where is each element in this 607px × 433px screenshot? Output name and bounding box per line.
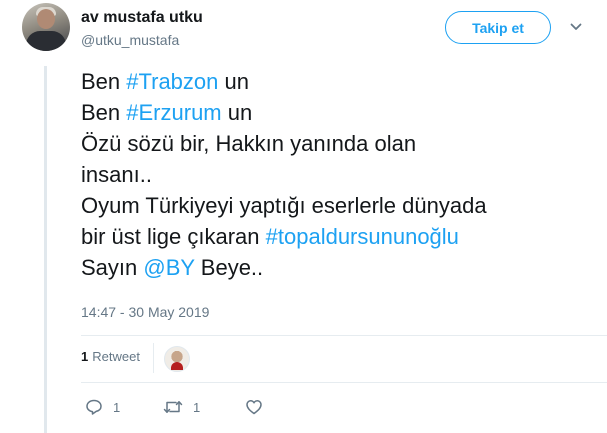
tweet-line: Ben #Erzurum un [81,97,591,128]
retweet-action-count: 1 [193,399,201,415]
retweet-icon [163,401,183,413]
retweet-button[interactable]: 1 [163,398,200,416]
like-button[interactable] [245,398,263,416]
tweet-text-segment: Özü sözü bir, Hakkın yanında olan [81,131,417,156]
retweet-stat-count: 1 [81,349,89,364]
tweet-text-segment: Ben [81,100,127,125]
retweet-stat[interactable]: 1 Retweet [81,349,140,364]
tweet-text: Ben #Trabzon un Ben #Erzurum un Özü sözü b… [81,66,591,283]
avatar[interactable] [22,3,70,51]
tweet-line: Sayın @BY Beye.. [81,252,591,283]
display-name[interactable]: av mustafa utku [81,9,203,27]
stat-separator [153,343,154,373]
user-handle[interactable]: @utku_mustafa [81,32,179,48]
tweet-text-segment: Oyum Türkiyeyi yaptığı eserlerle dünyada [81,193,487,218]
tweet-text-segment: un [221,100,253,125]
reply-count: 1 [113,399,121,415]
tweet-line: insanı.. [81,159,591,190]
divider [81,382,607,383]
thread-line [44,66,47,433]
tweet-timestamp[interactable]: 14:47 - 30 May 2019 [81,304,209,320]
tweet-text-segment: Sayın [81,255,144,280]
tweet-line: Oyum Türkiyeyi yaptığı eserlerle dünyada [81,190,591,221]
tweet-text-segment: un [218,69,249,94]
tweet-line: bir üst lige çıkaran #topaldursununoğlu [81,221,591,252]
tweet-text-segment: insanı.. [81,162,152,187]
hashtag-link[interactable]: #Trabzon [126,69,218,94]
hashtag-link[interactable]: #Erzurum [126,100,221,125]
tweet-text-segment: Ben [81,69,127,94]
chevron-down-icon[interactable] [570,22,582,32]
tweet-line: Ben #Trabzon un [81,66,591,97]
retweeter-avatar[interactable] [164,346,190,372]
reply-icon [86,399,102,415]
tweet-line: Özü sözü bir, Hakkın yanında olan [81,128,591,159]
tweet-text-segment: bir üst lige çıkaran [81,224,266,249]
heart-icon [246,400,262,415]
retweet-stat-label: Retweet [92,349,140,364]
follow-button[interactable]: Takip et [445,11,551,44]
tweet-text-segment: Beye.. [194,255,264,280]
reply-button[interactable]: 1 [85,398,120,416]
hashtag-link[interactable]: #topaldursununoğlu [266,224,459,249]
divider [81,335,607,336]
mention-link[interactable]: @BY [143,255,194,280]
